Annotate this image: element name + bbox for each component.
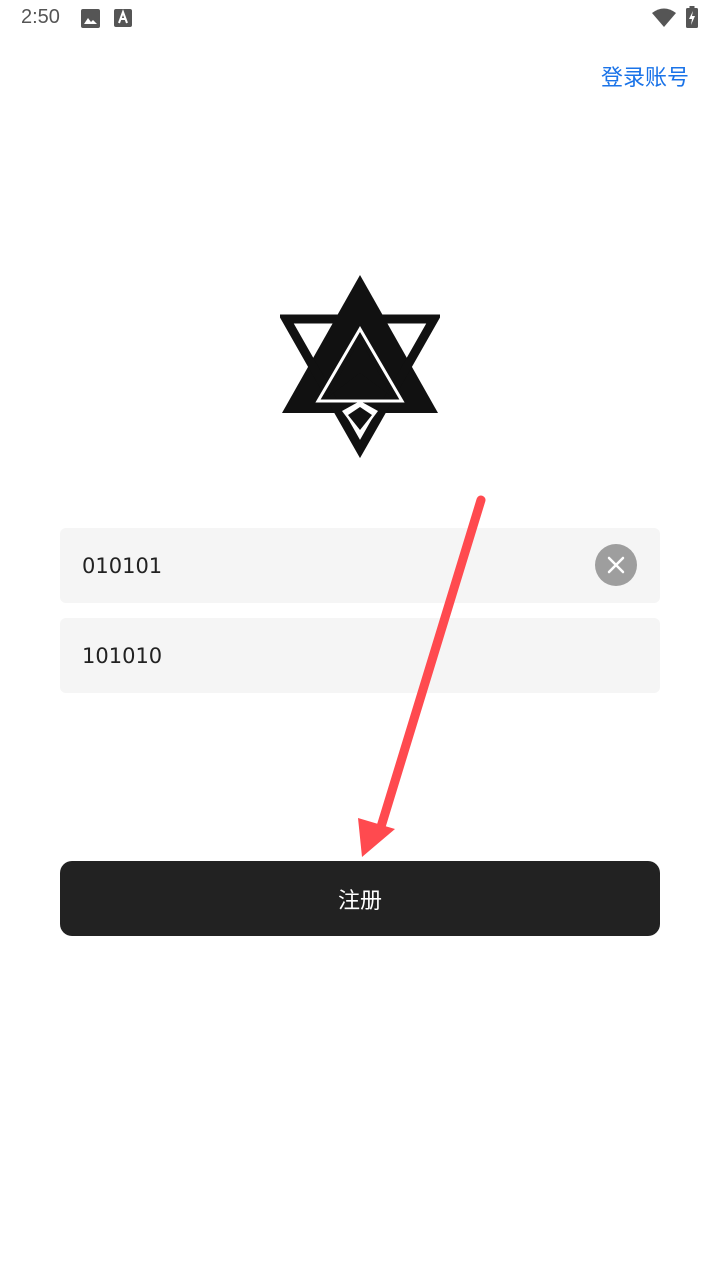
battery-charging-icon bbox=[686, 6, 698, 28]
image-icon bbox=[81, 9, 100, 28]
register-button-label: 注册 bbox=[337, 888, 382, 914]
username-input[interactable] bbox=[82, 528, 582, 603]
status-bar: 2:50 bbox=[0, 0, 720, 36]
register-button[interactable]: 注册 bbox=[60, 861, 660, 936]
close-icon bbox=[607, 556, 625, 574]
status-time: 2:50 bbox=[21, 6, 60, 28]
wifi-icon bbox=[652, 8, 676, 27]
login-account-link[interactable]: 登录账号 bbox=[601, 60, 689, 92]
star-triangle-logo-icon bbox=[280, 275, 440, 458]
password-field-container bbox=[60, 618, 660, 693]
text-recognition-icon bbox=[114, 9, 132, 27]
password-input[interactable] bbox=[82, 618, 582, 693]
clear-input-button[interactable] bbox=[595, 544, 637, 586]
username-field-container bbox=[60, 528, 660, 603]
